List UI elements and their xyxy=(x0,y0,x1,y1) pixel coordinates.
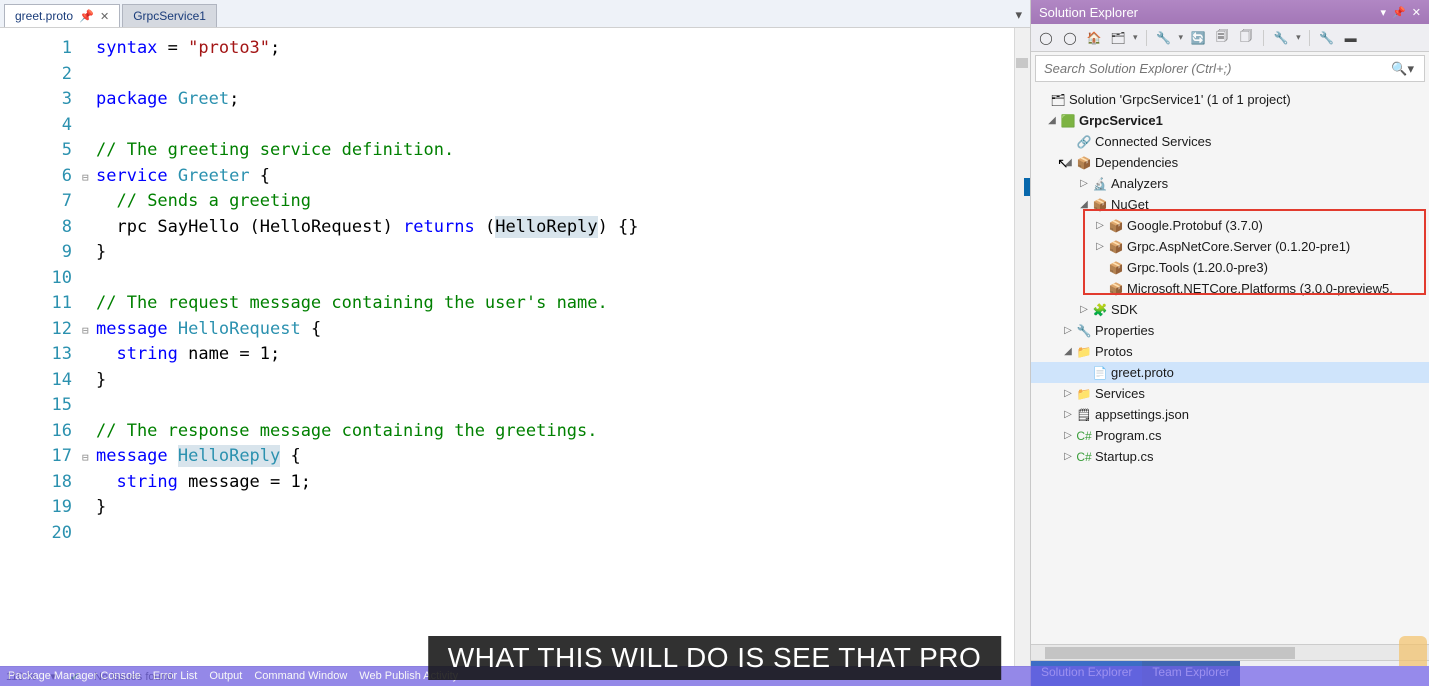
package-node[interactable]: 📦 Microsoft.NETCore.Platforms (3.0.0-pre… xyxy=(1031,278,1429,299)
status-item[interactable]: Error List xyxy=(153,670,198,682)
status-item[interactable]: Command Window xyxy=(254,670,347,682)
package-node[interactable]: 📦 Grpc.Tools (1.20.0-pre3) xyxy=(1031,257,1429,278)
close-icon[interactable]: ✕ xyxy=(100,10,109,23)
greet-proto-file[interactable]: 📄 greet.proto xyxy=(1031,362,1429,383)
mascot-icon xyxy=(1399,636,1427,666)
appsettings-file[interactable]: ▷🗒 appsettings.json xyxy=(1031,404,1429,425)
forward-icon[interactable]: ◯ xyxy=(1061,29,1079,47)
nuget-node[interactable]: ◢📦 NuGet xyxy=(1031,194,1429,215)
pin-icon[interactable]: 📌 xyxy=(1392,6,1406,19)
search-icon[interactable]: 🔍▾ xyxy=(1385,61,1420,77)
solution-tree[interactable]: 🗂 Solution 'GrpcService1' (1 of 1 projec… xyxy=(1031,85,1429,644)
solution-explorer-pane: Solution Explorer ▾ 📌 ✕ ◯ ◯ 🏠 🗂 ▾ 🔧 ▾ 🔄 … xyxy=(1030,0,1429,686)
connected-services-node[interactable]: 🔗 Connected Services xyxy=(1031,131,1429,152)
protos-folder[interactable]: ◢📁 Protos xyxy=(1031,341,1429,362)
video-caption: WHAT THIS WILL DO IS SEE THAT PRO xyxy=(428,636,1002,680)
tab-greet-proto[interactable]: greet.proto 📌 ✕ xyxy=(4,4,120,27)
tab-label: GrpcService1 xyxy=(133,9,206,23)
panel-title: Solution Explorer xyxy=(1039,5,1138,20)
services-folder[interactable]: ▷📁 Services xyxy=(1031,383,1429,404)
back-icon[interactable]: ◯ xyxy=(1037,29,1055,47)
pin-icon[interactable]: 📌 xyxy=(79,9,94,23)
sdk-node[interactable]: ▷🧩 SDK xyxy=(1031,299,1429,320)
sync-icon[interactable]: 🔄 xyxy=(1189,29,1207,47)
explorer-toolbar: ◯ ◯ 🏠 🗂 ▾ 🔧 ▾ 🔄 🗐 🗍 🔧 ▾ 🔧 ▬ xyxy=(1031,24,1429,52)
solution-node[interactable]: 🗂 Solution 'GrpcService1' (1 of 1 projec… xyxy=(1031,89,1429,110)
status-item[interactable]: Output xyxy=(209,670,242,682)
overview-ruler[interactable] xyxy=(1014,28,1030,666)
startup-cs-file[interactable]: ▷C# Startup.cs xyxy=(1031,446,1429,467)
more-icon[interactable]: ▬ xyxy=(1342,29,1360,47)
home-icon[interactable]: 🏠 xyxy=(1085,29,1103,47)
code-editor[interactable]: 1234567891011121314151617181920 syntax =… xyxy=(0,28,1030,666)
document-tab-bar: greet.proto 📌 ✕ GrpcService1 ▾ xyxy=(0,0,1030,28)
pending-changes-icon[interactable]: 🔧 xyxy=(1155,29,1173,47)
show-all-icon[interactable]: 🗐 xyxy=(1213,29,1231,47)
explorer-search[interactable]: 🔍▾ xyxy=(1035,55,1425,82)
tab-grpcservice1[interactable]: GrpcService1 xyxy=(122,4,217,27)
tab-label: greet.proto xyxy=(15,9,73,23)
dependencies-node[interactable]: ◢📦 Dependencies ↖ xyxy=(1031,152,1429,173)
overview-marker xyxy=(1024,178,1030,196)
switch-views-icon[interactable]: 🗂 xyxy=(1109,29,1127,47)
solution-explorer-title-bar[interactable]: Solution Explorer ▾ 📌 ✕ xyxy=(1031,0,1429,24)
preview-icon[interactable]: 🔧 xyxy=(1318,29,1336,47)
editor-pane: greet.proto 📌 ✕ GrpcService1 ▾ 123456789… xyxy=(0,0,1030,686)
close-icon[interactable]: ✕ xyxy=(1412,6,1421,19)
collapse-all-icon[interactable]: 🗍 xyxy=(1237,29,1255,47)
program-cs-file[interactable]: ▷C# Program.cs xyxy=(1031,425,1429,446)
scrollbar-thumb[interactable] xyxy=(1045,647,1295,659)
line-number-gutter: 1234567891011121314151617181920 xyxy=(0,28,88,666)
status-item[interactable]: Package Manager Console xyxy=(8,670,141,682)
package-node[interactable]: ▷📦 Grpc.AspNetCore.Server (0.1.20-pre1) xyxy=(1031,236,1429,257)
search-input[interactable] xyxy=(1040,58,1385,79)
tab-overflow-dropdown[interactable]: ▾ xyxy=(1007,3,1030,27)
project-node[interactable]: ◢🟩 GrpcService1 xyxy=(1031,110,1429,131)
window-options-icon[interactable]: ▾ xyxy=(1381,6,1387,19)
analyzers-node[interactable]: ▷🔬 Analyzers xyxy=(1031,173,1429,194)
horizontal-scrollbar[interactable] xyxy=(1031,644,1429,660)
properties-node[interactable]: ▷🔧 Properties xyxy=(1031,320,1429,341)
split-handle[interactable] xyxy=(1016,58,1028,68)
code-body[interactable]: syntax = "proto3"; package Greet; // The… xyxy=(88,28,1014,666)
package-node[interactable]: ▷📦 Google.Protobuf (3.7.0) xyxy=(1031,215,1429,236)
properties-icon[interactable]: 🔧 xyxy=(1272,29,1290,47)
